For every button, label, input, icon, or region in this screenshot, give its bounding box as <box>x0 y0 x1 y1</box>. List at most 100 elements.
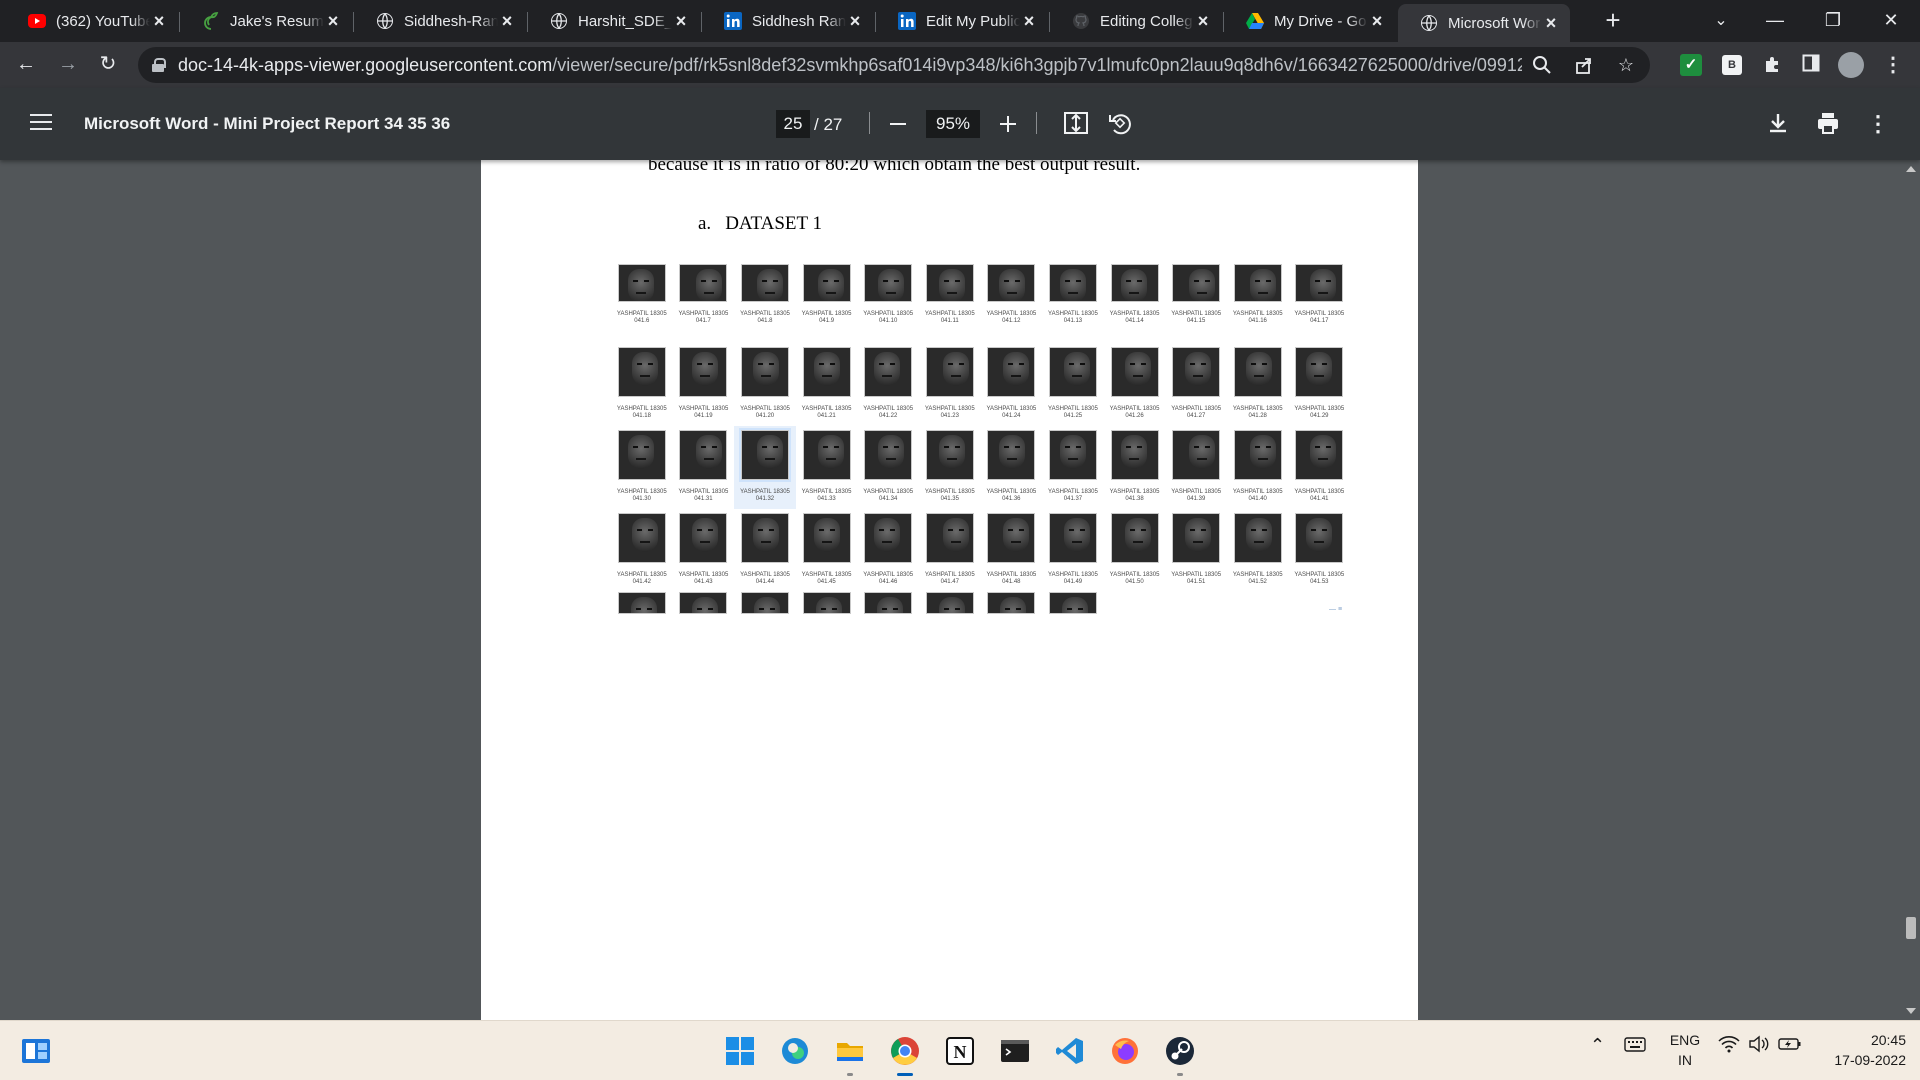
url-text[interactable]: doc-14-4k-apps-viewer.googleusercontent.… <box>178 55 1522 76</box>
tab-6[interactable]: Edit My Public × <box>876 4 1048 38</box>
b-extension-icon[interactable]: B <box>1722 55 1742 75</box>
pdf-document-area[interactable]: because it is in ratio of 80:20 which ob… <box>0 160 1920 1020</box>
battery-charging-icon[interactable] <box>1778 1035 1802 1056</box>
wifi-icon[interactable] <box>1718 1035 1740 1056</box>
image-caption: YASHPATIL 18305 041.29 <box>1294 406 1345 419</box>
image-caption: YASHPATIL 18305 041.13 <box>1048 311 1098 324</box>
dataset-image-cell: YASHPATIL 18305 041.21 <box>796 343 858 426</box>
tab-search-chevron-icon[interactable]: ⌄ <box>1706 6 1736 36</box>
notion-icon[interactable]: N <box>944 1035 976 1067</box>
restore-button[interactable]: ❐ <box>1810 0 1856 40</box>
dataset-image-cell: YASHPATIL 18305 041.47 <box>919 509 981 592</box>
scroll-down-arrow-icon[interactable] <box>1906 1008 1916 1014</box>
rotate-icon[interactable] <box>1106 110 1134 138</box>
chrome-icon[interactable] <box>889 1035 921 1067</box>
face-image <box>1245 518 1272 552</box>
checkmark-extension-icon[interactable]: ✓ <box>1680 54 1702 76</box>
widgets-icon[interactable] <box>20 1035 52 1067</box>
dataset-image-cell: YASHPATIL 18305 041.49 <box>1042 509 1104 592</box>
system-clock[interactable]: 20:45 17-09-2022 <box>1816 1030 1906 1070</box>
more-options-icon[interactable]: ⋮ <box>1864 110 1892 138</box>
close-tab-icon[interactable]: × <box>1542 14 1560 32</box>
back-icon[interactable]: ← <box>10 48 42 80</box>
profile-avatar[interactable] <box>1838 52 1864 78</box>
face-thumbnail <box>1172 347 1221 397</box>
start-icon[interactable] <box>724 1035 756 1067</box>
close-tab-icon[interactable]: × <box>150 12 168 30</box>
scroll-up-arrow-icon[interactable] <box>1906 166 1916 172</box>
reload-icon[interactable]: ↻ <box>92 48 124 80</box>
close-tab-icon[interactable]: × <box>672 12 690 30</box>
lock-icon[interactable] <box>152 58 166 72</box>
close-tab-icon[interactable]: × <box>846 12 864 30</box>
tab-8[interactable]: My Drive - Go × <box>1224 4 1396 38</box>
face-image <box>817 269 844 301</box>
face-image <box>1124 352 1151 386</box>
touch-keyboard-icon[interactable] <box>1624 1035 1646 1056</box>
close-tab-icon[interactable]: × <box>1368 12 1386 30</box>
tab-1[interactable]: (362) YouTube × <box>6 4 178 38</box>
show-hidden-icons-chevron-icon[interactable]: ⌃ <box>1590 1035 1605 1056</box>
dataset-image-cell: YASHPATIL 18305 041.29 <box>1289 343 1351 426</box>
scrollbar-thumb[interactable] <box>1906 917 1916 939</box>
image-caption: YASHPATIL 18305 041.24 <box>986 406 1037 419</box>
volume-icon[interactable] <box>1748 1035 1770 1056</box>
side-panel-icon[interactable] <box>1800 54 1822 76</box>
image-caption: YASHPATIL 18305 041.31 <box>678 489 729 502</box>
chrome-menu-icon[interactable]: ⋮ <box>1882 54 1904 76</box>
extensions-puzzle-icon[interactable] <box>1762 54 1784 76</box>
dataset-image-cell: YASHPATIL 18305 041.23 <box>919 343 981 426</box>
vertical-scrollbar[interactable] <box>1902 160 1920 1020</box>
face-image <box>874 352 901 386</box>
edge-icon[interactable] <box>779 1035 811 1067</box>
close-tab-icon[interactable]: × <box>324 12 342 30</box>
face-thumbnail <box>1048 347 1097 397</box>
face-image <box>1000 597 1027 613</box>
minimize-button[interactable]: — <box>1752 0 1798 40</box>
image-caption: YASHPATIL 18305 041.28 <box>1232 406 1283 419</box>
image-caption: YASHPATIL 18305 041.14 <box>1109 311 1160 324</box>
dataset-image-cell: YASHPATIL 18305 041.17 <box>1289 260 1351 343</box>
address-bar[interactable]: doc-14-4k-apps-viewer.googleusercontent.… <box>138 47 1650 83</box>
download-icon[interactable] <box>1764 110 1792 138</box>
fit-to-page-icon[interactable] <box>1062 110 1090 138</box>
tab-2[interactable]: Jake's Resume × <box>180 4 352 38</box>
face-image <box>1189 269 1216 301</box>
face-thumbnail <box>740 264 789 302</box>
close-tab-icon[interactable]: × <box>1194 12 1212 30</box>
dataset-image-cell: YASHPATIL 18305 041.53 <box>1289 509 1351 592</box>
language-indicator[interactable]: ENG IN <box>1668 1030 1702 1070</box>
print-icon[interactable] <box>1814 110 1842 138</box>
new-tab-button[interactable]: + <box>1598 6 1628 36</box>
svg-text:N: N <box>954 1042 967 1062</box>
zoom-in-icon[interactable] <box>998 110 1018 138</box>
heading-text: DATASET 1 <box>725 213 823 234</box>
close-tab-icon[interactable]: × <box>1020 12 1038 30</box>
firefox-icon[interactable] <box>1109 1035 1141 1067</box>
tab-9[interactable]: Microsoft Wor × <box>1398 4 1570 42</box>
bookmark-star-icon[interactable]: ☆ <box>1616 55 1636 75</box>
zoom-out-icon[interactable] <box>888 110 908 138</box>
face-thumbnail <box>987 513 1036 563</box>
tab-7[interactable]: Editing Colleg × <box>1050 4 1222 38</box>
face-image <box>1003 352 1030 386</box>
face-thumbnail <box>617 264 666 302</box>
close-tab-icon[interactable]: × <box>498 12 516 30</box>
image-caption: YASHPATIL 18305 041.41 <box>1294 489 1345 502</box>
zoom-level-input[interactable]: 95% <box>926 110 980 138</box>
terminal-icon[interactable] <box>999 1035 1031 1067</box>
page-marker: — ≡ <box>1329 606 1343 613</box>
zoom-search-icon[interactable] <box>1532 55 1552 75</box>
menu-hamburger-icon[interactable] <box>30 114 52 132</box>
share-icon[interactable] <box>1574 55 1594 75</box>
file-explorer-icon[interactable] <box>834 1035 866 1067</box>
face-image <box>942 518 969 552</box>
vscode-icon[interactable] <box>1054 1035 1086 1067</box>
close-window-button[interactable]: ✕ <box>1868 0 1914 40</box>
tab-4[interactable]: Harshit_SDE_2 × <box>528 4 700 38</box>
forward-icon[interactable]: → <box>52 48 84 80</box>
page-number-input[interactable]: 25 <box>776 110 810 138</box>
tab-5[interactable]: Siddhesh Rane × <box>702 4 874 38</box>
steam-icon[interactable] <box>1164 1035 1196 1067</box>
tab-3[interactable]: Siddhesh-Rane × <box>354 4 526 38</box>
